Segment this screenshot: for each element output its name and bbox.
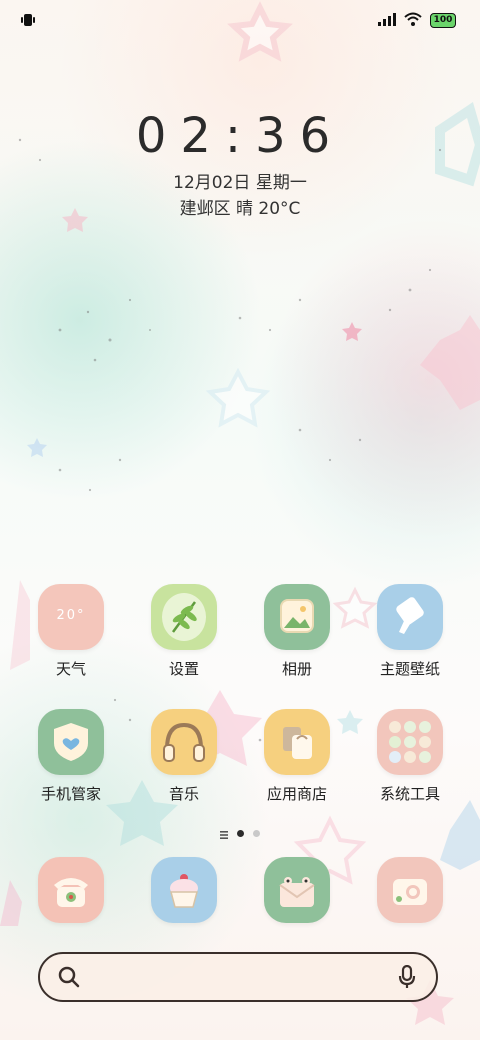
- paint-brush-icon: [377, 584, 443, 650]
- app-label: 设置: [168, 660, 199, 678]
- dock-camera[interactable]: [355, 857, 465, 923]
- app-label: 音乐: [168, 785, 199, 803]
- app-settings[interactable]: 设置: [129, 584, 239, 679]
- vibrate-icon: [20, 12, 36, 32]
- app-label: 主题壁纸: [379, 660, 440, 678]
- battery-icon: 100: [430, 13, 456, 28]
- weather-app-icon: 20°: [38, 584, 104, 650]
- picture-icon: [264, 584, 330, 650]
- app-gallery[interactable]: 相册: [242, 584, 352, 679]
- folder-grid-icon: [377, 709, 443, 775]
- dock-cupcake[interactable]: [129, 857, 239, 923]
- clock-date: 12月02日 星期一: [173, 173, 307, 193]
- app-label: 系统工具: [379, 785, 440, 803]
- page-indicator[interactable]: [0, 824, 480, 843]
- app-phone-manager[interactable]: 手机管家: [16, 709, 126, 804]
- status-bar: 100: [0, 0, 480, 40]
- shield-icon: [38, 709, 104, 775]
- app-store[interactable]: 应用商店: [242, 709, 352, 804]
- app-themes[interactable]: 主题壁纸: [355, 584, 465, 679]
- app-label: 相册: [281, 660, 312, 678]
- frog-envelope-icon: [264, 857, 330, 923]
- headphones-icon: [151, 709, 217, 775]
- menu-lines-icon: [220, 824, 228, 843]
- app-weather[interactable]: 20° 天气: [16, 584, 126, 679]
- camera-icon: [377, 857, 443, 923]
- app-label: 天气: [55, 660, 86, 678]
- search-icon[interactable]: [58, 966, 80, 992]
- app-music[interactable]: 音乐: [129, 709, 239, 804]
- wifi-icon: [404, 11, 422, 30]
- app-label: 手机管家: [40, 785, 101, 803]
- app-label: 应用商店: [266, 785, 327, 803]
- search-bar[interactable]: [38, 952, 438, 1002]
- app-system-tools[interactable]: 系统工具: [355, 709, 465, 804]
- page-dot[interactable]: [253, 830, 260, 837]
- signal-icon: [378, 11, 396, 30]
- clock-time: 02:36: [135, 108, 345, 164]
- phone-icon: [38, 857, 104, 923]
- microphone-icon[interactable]: [398, 964, 416, 993]
- weather-summary: 建邺区 晴 20°C: [179, 199, 301, 219]
- shopping-bag-icon: [264, 709, 330, 775]
- leaf-icon: [151, 584, 217, 650]
- page-dot-active[interactable]: [237, 830, 244, 837]
- weather-temp-text: 20°: [56, 608, 86, 623]
- dock-phone[interactable]: [16, 857, 126, 923]
- cupcake-icon: [151, 857, 217, 923]
- dock-messages[interactable]: [242, 857, 352, 923]
